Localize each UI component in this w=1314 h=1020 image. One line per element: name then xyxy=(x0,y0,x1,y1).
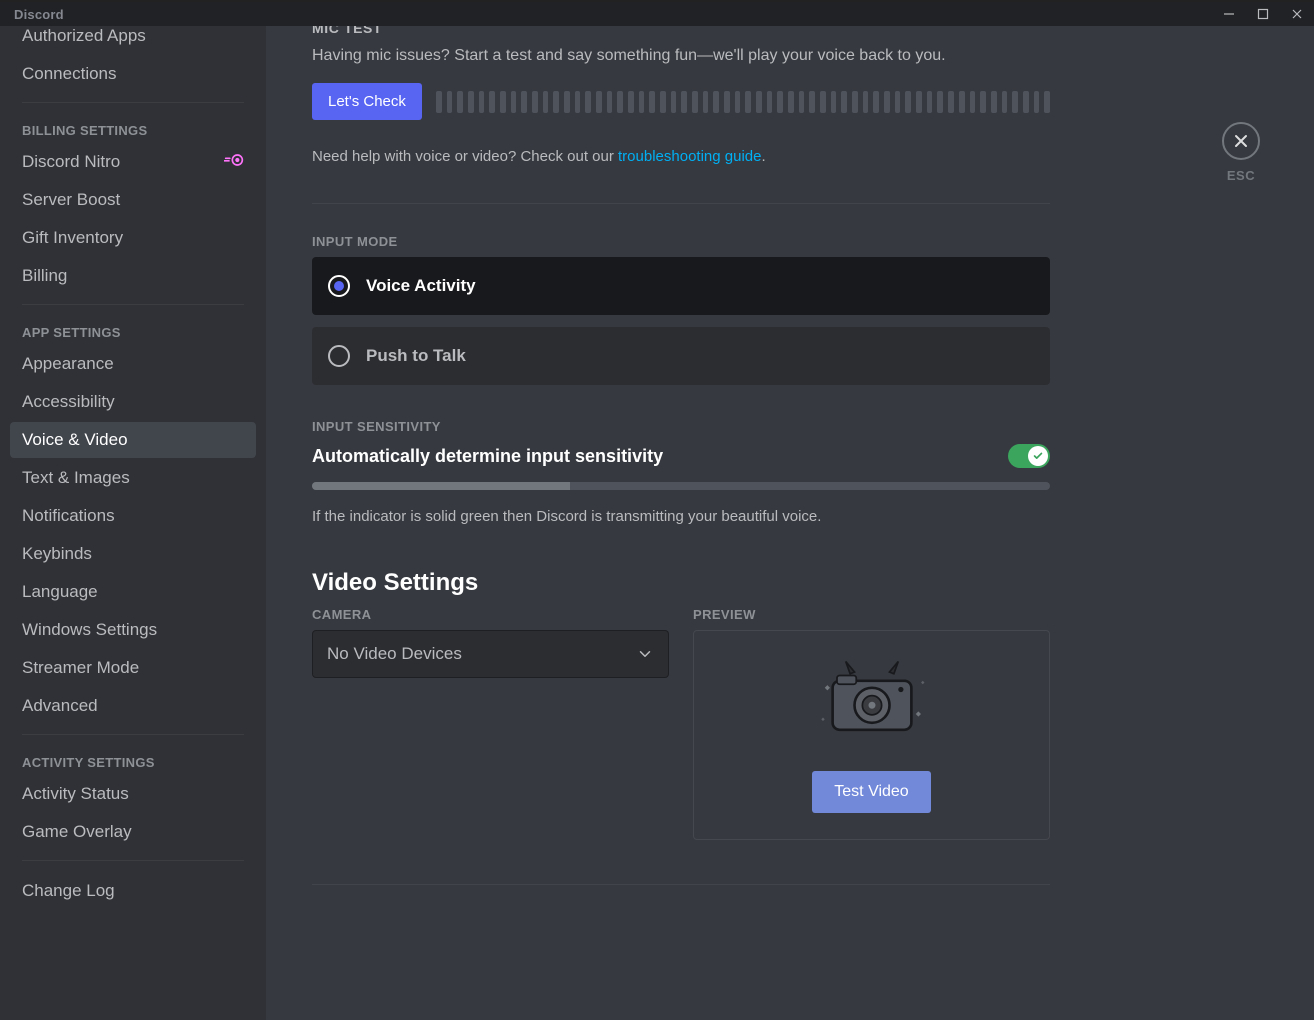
sidebar-separator xyxy=(22,734,244,735)
sidebar-item-label: Language xyxy=(22,582,98,602)
sidebar-item-label: Discord Nitro xyxy=(22,152,120,172)
close-icon xyxy=(1233,133,1249,149)
sidebar-separator xyxy=(22,860,244,861)
sidebar-item-label: Server Boost xyxy=(22,190,120,210)
troubleshooting-link[interactable]: troubleshooting guide xyxy=(618,148,761,165)
auto-sensitivity-label: Automatically determine input sensitivit… xyxy=(312,446,663,467)
close-window-button[interactable] xyxy=(1280,2,1314,26)
sidebar-item-game-overlay[interactable]: Game Overlay xyxy=(10,814,256,850)
sidebar-item-label: Advanced xyxy=(22,696,98,716)
app-name: Discord xyxy=(0,7,64,22)
settings-content-wrap: MIC TEST Having mic issues? Start a test… xyxy=(266,26,1314,1020)
toggle-knob xyxy=(1028,446,1048,466)
window-titlebar: Discord xyxy=(0,0,1314,26)
sidebar-item-label: Text & Images xyxy=(22,468,130,488)
sidebar-heading-activity: ACTIVITY SETTINGS xyxy=(10,755,256,770)
close-settings-button[interactable] xyxy=(1222,122,1260,160)
radio-voice-activity[interactable]: Voice Activity xyxy=(312,257,1050,315)
sidebar-item-label: Windows Settings xyxy=(22,620,157,640)
test-video-button[interactable]: Test Video xyxy=(812,771,930,813)
sidebar-item-voice-video[interactable]: Voice & Video xyxy=(10,422,256,458)
sidebar-item-text-images[interactable]: Text & Images xyxy=(10,460,256,496)
auto-sensitivity-toggle[interactable] xyxy=(1008,444,1050,468)
sidebar-item-change-log[interactable]: Change Log xyxy=(10,873,256,909)
sidebar-item-notifications[interactable]: Notifications xyxy=(10,498,256,534)
app-body: Authorized Apps Connections BILLING SETT… xyxy=(0,26,1314,1020)
video-settings-row: CAMERA No Video Devices PREVIEW xyxy=(312,607,1050,840)
mic-test-heading: MIC TEST xyxy=(312,26,1050,36)
minimize-button[interactable] xyxy=(1212,2,1246,26)
video-settings-heading: Video Settings xyxy=(312,569,1050,597)
camera-placeholder-icon xyxy=(802,655,942,745)
radio-label: Voice Activity xyxy=(366,276,476,296)
sensitivity-fill xyxy=(312,482,570,490)
sidebar-item-server-boost[interactable]: Server Boost xyxy=(10,182,256,218)
chevron-down-icon xyxy=(636,645,654,663)
sidebar-item-label: Connections xyxy=(22,64,117,84)
sidebar-separator xyxy=(22,304,244,305)
video-preview-panel: Test Video xyxy=(693,630,1050,840)
content-divider xyxy=(312,203,1050,204)
sidebar-item-windows-settings[interactable]: Windows Settings xyxy=(10,612,256,648)
radio-label: Push to Talk xyxy=(366,346,466,366)
sidebar-heading-app: APP SETTINGS xyxy=(10,325,256,340)
sidebar-item-connections[interactable]: Connections xyxy=(10,56,256,92)
camera-select-value: No Video Devices xyxy=(327,644,462,664)
sidebar-item-label: Gift Inventory xyxy=(22,228,123,248)
preview-label: PREVIEW xyxy=(693,607,1050,622)
sidebar-item-label: Appearance xyxy=(22,354,114,374)
mic-test-description: Having mic issues? Start a test and say … xyxy=(312,44,1050,67)
camera-label: CAMERA xyxy=(312,607,669,622)
close-settings: ESC xyxy=(1222,122,1260,183)
sidebar-heading-billing: BILLING SETTINGS xyxy=(10,123,256,138)
sidebar-item-label: Activity Status xyxy=(22,784,129,804)
sensitivity-meter[interactable] xyxy=(312,482,1050,490)
sidebar-item-label: Change Log xyxy=(22,881,115,901)
sidebar-item-label: Accessibility xyxy=(22,392,115,412)
radio-icon xyxy=(328,345,350,367)
sidebar-item-keybinds[interactable]: Keybinds xyxy=(10,536,256,572)
sidebar-item-label: Notifications xyxy=(22,506,115,526)
radio-icon xyxy=(328,275,350,297)
mic-help-text: Need help with voice or video? Check out… xyxy=(312,148,1050,165)
sidebar-item-accessibility[interactable]: Accessibility xyxy=(10,384,256,420)
maximize-button[interactable] xyxy=(1246,2,1280,26)
lets-check-button[interactable]: Let's Check xyxy=(312,83,422,120)
input-mode-heading: INPUT MODE xyxy=(312,234,1050,249)
sidebar-item-advanced[interactable]: Advanced xyxy=(10,688,256,724)
sidebar-item-discord-nitro[interactable]: Discord Nitro xyxy=(10,144,256,180)
sidebar-item-gift-inventory[interactable]: Gift Inventory xyxy=(10,220,256,256)
sidebar-item-authorized-apps[interactable]: Authorized Apps xyxy=(10,26,256,54)
sidebar-separator xyxy=(22,102,244,103)
sidebar-item-label: Authorized Apps xyxy=(22,26,146,46)
sidebar-item-label: Game Overlay xyxy=(22,822,132,842)
sidebar-item-streamer-mode[interactable]: Streamer Mode xyxy=(10,650,256,686)
sensitivity-hint: If the indicator is solid green then Dis… xyxy=(312,508,1050,525)
mic-test-row: Let's Check xyxy=(312,83,1050,120)
mic-help-prefix: Need help with voice or video? Check out… xyxy=(312,148,618,165)
check-icon xyxy=(1032,450,1044,462)
sidebar-item-activity-status[interactable]: Activity Status xyxy=(10,776,256,812)
sidebar-item-label: Keybinds xyxy=(22,544,92,564)
settings-sidebar: Authorized Apps Connections BILLING SETT… xyxy=(0,26,266,1020)
mic-help-suffix: . xyxy=(761,148,765,165)
sidebar-item-billing[interactable]: Billing xyxy=(10,258,256,294)
esc-label: ESC xyxy=(1227,168,1255,183)
sidebar-item-appearance[interactable]: Appearance xyxy=(10,346,256,382)
radio-push-to-talk[interactable]: Push to Talk xyxy=(312,327,1050,385)
camera-column: CAMERA No Video Devices xyxy=(312,607,669,840)
sidebar-item-language[interactable]: Language xyxy=(10,574,256,610)
content-divider xyxy=(312,884,1050,885)
sidebar-item-label: Streamer Mode xyxy=(22,658,139,678)
input-sensitivity-heading: INPUT SENSITIVITY xyxy=(312,419,1050,434)
settings-content: MIC TEST Having mic issues? Start a test… xyxy=(266,26,1096,1020)
camera-select[interactable]: No Video Devices xyxy=(312,630,669,678)
auto-sensitivity-row: Automatically determine input sensitivit… xyxy=(312,444,1050,468)
window-controls xyxy=(1212,2,1314,26)
sidebar-item-label: Billing xyxy=(22,266,67,286)
sidebar-item-label: Voice & Video xyxy=(22,430,128,450)
preview-column: PREVIEW xyxy=(693,607,1050,840)
mic-level-meter xyxy=(436,91,1050,113)
nitro-icon xyxy=(224,152,244,172)
